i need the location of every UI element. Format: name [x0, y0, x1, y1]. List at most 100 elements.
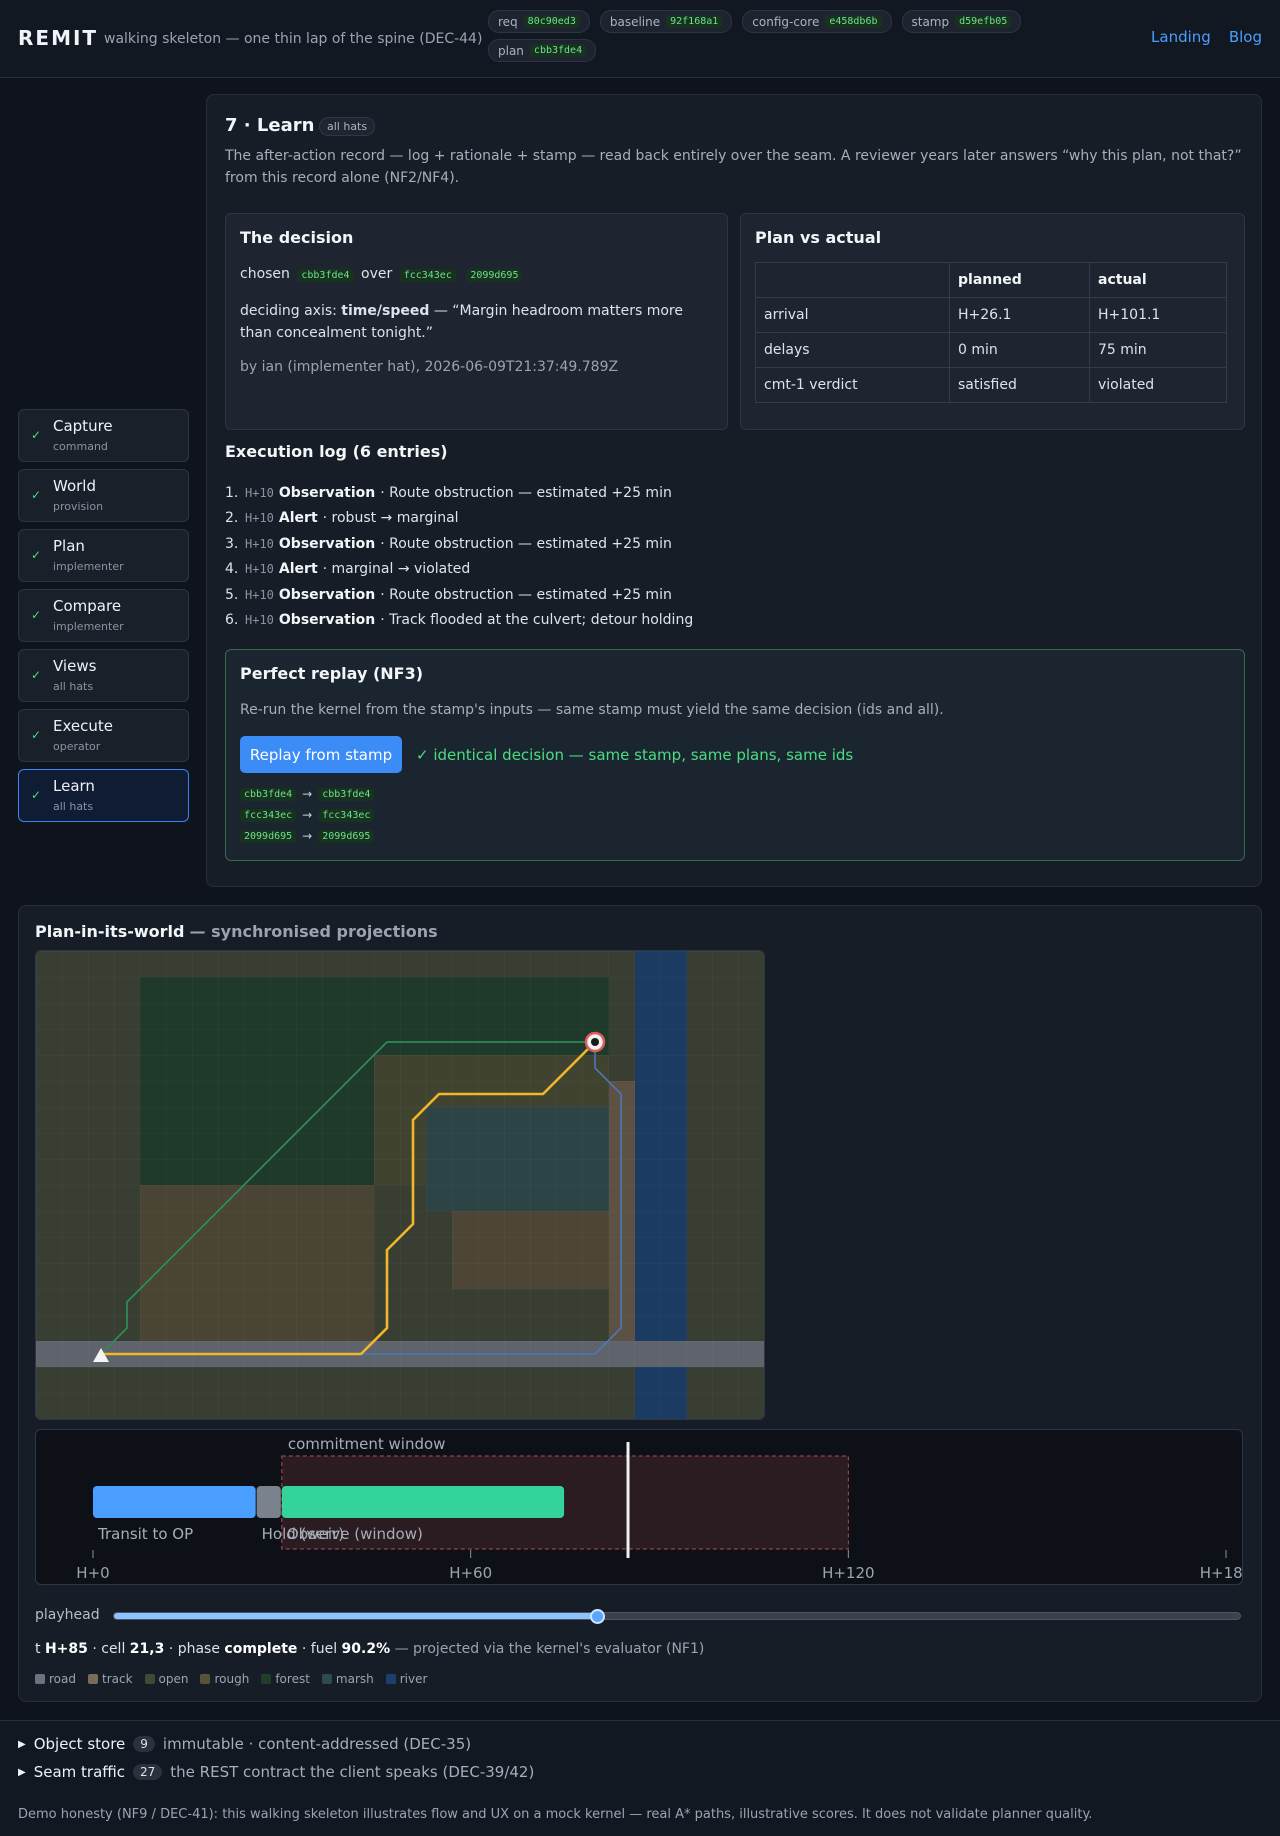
entry-number: 2. — [225, 510, 239, 527]
seam-traffic-toggle[interactable]: ▶ Seam traffic 27 the REST contract the … — [18, 1763, 534, 1781]
world-title-main: Plan-in-its-world — [35, 922, 185, 941]
disclosure-triangle-icon: ▶ — [18, 1766, 26, 1778]
nav-landing-link[interactable]: Landing — [1151, 28, 1211, 46]
legend-item: road — [35, 1672, 76, 1686]
map-legend: road track open rough forest marsh river — [35, 1672, 427, 1686]
step-name: Execute — [53, 717, 113, 735]
playhead-slider[interactable] — [113, 1609, 1241, 1624]
hat-tag: all hats — [319, 117, 376, 136]
chip-hash: 92f168a1 — [666, 15, 723, 28]
learn-panel: 7 · Learn all hats The after-action reco… — [206, 94, 1262, 887]
chip-stamp: stamp d59efb05 — [901, 10, 1022, 33]
id-to: fcc343ec — [318, 808, 375, 822]
over-label: over — [361, 266, 393, 282]
card-title: Plan vs actual — [755, 228, 882, 247]
replay-result: ✓ identical decision — same stamp, same … — [416, 746, 854, 764]
step-name: Learn — [53, 777, 95, 795]
check-icon: ✓ — [31, 548, 42, 562]
legend-swatch — [321, 1674, 332, 1684]
entry-kind: Observation — [278, 586, 376, 603]
step-world[interactable]: ✓ World provision — [18, 469, 189, 522]
entry-kind: Observation — [278, 535, 376, 552]
table-cell: H+26.1 — [949, 297, 1090, 333]
decision-card: The decision chosen cbb3fde4 over fcc343… — [225, 213, 728, 430]
segment-label: Observe (window) — [287, 1525, 423, 1543]
status-label: t — [35, 1641, 41, 1657]
replay-button[interactable]: Replay from stamp — [240, 736, 402, 773]
table-cell: delays — [755, 332, 950, 368]
axis-tick-label: H+120 — [822, 1564, 874, 1582]
legend-label: river — [399, 1672, 428, 1686]
nav-blog-link[interactable]: Blog — [1229, 28, 1262, 46]
status-label: · phase — [168, 1641, 220, 1657]
log-title: Execution log (6 entries) — [225, 442, 448, 461]
table-row: arrival H+26.1 H+101.1 — [755, 297, 1227, 333]
entry-time: H+10 — [245, 536, 274, 551]
object-store-toggle[interactable]: ▶ Object store 9 immutable · content-add… — [18, 1735, 471, 1753]
chosen-label: chosen — [240, 266, 290, 282]
step-compare[interactable]: ✓ Compare implementer — [18, 589, 189, 642]
segment-label: Transit to OP — [97, 1525, 193, 1543]
top-nav: Landing Blog — [1151, 28, 1262, 46]
rejected-hash: fcc343ec — [399, 269, 456, 282]
step-name: Compare — [53, 597, 122, 615]
legend-label: road — [49, 1672, 76, 1686]
step-views[interactable]: ✓ Views all hats — [18, 649, 189, 702]
table-row: delays 0 min 75 min — [755, 332, 1227, 368]
step-execute[interactable]: ✓ Execute operator — [18, 709, 189, 762]
log-entry: 6. H+10 Observation · Track flooded at the … — [225, 608, 693, 634]
column-header: planned — [949, 262, 1090, 298]
step-name: Views — [53, 657, 97, 675]
status-fuel: 90.2% — [341, 1641, 391, 1657]
legend-swatch — [261, 1674, 272, 1684]
entry-number: 3. — [225, 535, 239, 552]
step-capture[interactable]: ✓ Capture command — [18, 409, 189, 462]
step-learn[interactable]: ✓ Learn all hats — [18, 769, 189, 822]
card-title: Perfect replay (NF3) — [240, 664, 424, 683]
entry-text: · Route obstruction — estimated +25 min — [380, 535, 672, 552]
world-title: Plan-in-its-world — synchronised project… — [35, 922, 438, 941]
table-cell: 0 min — [949, 332, 1090, 368]
entry-time: H+10 — [245, 511, 274, 526]
panel-description: The after-action record — log + rational… — [225, 148, 1242, 186]
entry-text: · robust → marginal — [322, 510, 459, 527]
legend-label: open — [158, 1672, 189, 1686]
slider-thumb[interactable] — [590, 1609, 606, 1624]
id-from: fcc343ec — [240, 808, 297, 822]
terrain-map[interactable] — [35, 950, 765, 1420]
plan-vs-actual-table: planned actual arrival H+26.1 H+101.1 de… — [755, 262, 1227, 403]
entry-number: 1. — [225, 484, 239, 501]
id-to: cbb3fde4 — [318, 787, 375, 801]
table-cell: H+101.1 — [1089, 297, 1227, 333]
log-entry: 4. H+10 Alert · marginal → violated — [225, 557, 693, 583]
timeline-svg: commitment windowTransit to OP Hold (weir… — [76, 1435, 1242, 1582]
status-label: · fuel — [301, 1641, 338, 1657]
timeline[interactable]: commitment window Transit to OP Hold (weir… — [35, 1429, 1243, 1585]
stamp-chips: req 80c90ed3 baseline 92f168a1 config-core… — [488, 10, 1028, 62]
check-icon: ✓ — [31, 488, 42, 502]
footer: ▶ Object store 9 immutable · content-add… — [0, 1720, 1280, 1836]
axis-tick-label: H+60 — [449, 1564, 492, 1582]
axis-value: time/speed — [341, 303, 430, 319]
entry-time: H+10 — [245, 485, 274, 500]
legend-item: track — [87, 1672, 133, 1686]
honesty-note: Demo honesty (NF9 / DEC-41): this walkin… — [18, 1807, 1093, 1822]
count-badge: 27 — [133, 1764, 163, 1780]
timeline-segment — [256, 1486, 281, 1518]
step-role: all hats — [53, 680, 94, 693]
step-plan[interactable]: ✓ Plan implementer — [18, 529, 189, 582]
entry-time: H+10 — [245, 613, 274, 628]
chip-hash: e458db6b — [825, 15, 882, 28]
legend-item: forest — [261, 1672, 310, 1686]
check-icon: ✓ — [31, 728, 42, 742]
table-cell: cmt-1 verdict — [755, 367, 950, 403]
legend-label: rough — [214, 1672, 250, 1686]
id-from: cbb3fde4 — [240, 787, 297, 801]
id-from: 2099d695 — [240, 829, 297, 843]
card-title: The decision — [240, 228, 354, 247]
plan-vs-actual-card: Plan vs actual planned actual arrival H+… — [740, 213, 1245, 430]
log-entry: 5. H+10 Observation · Route obstruction — e… — [225, 582, 693, 608]
column-header — [755, 262, 950, 298]
legend-item: rough — [200, 1672, 249, 1686]
id-to: 2099d695 — [318, 829, 375, 843]
